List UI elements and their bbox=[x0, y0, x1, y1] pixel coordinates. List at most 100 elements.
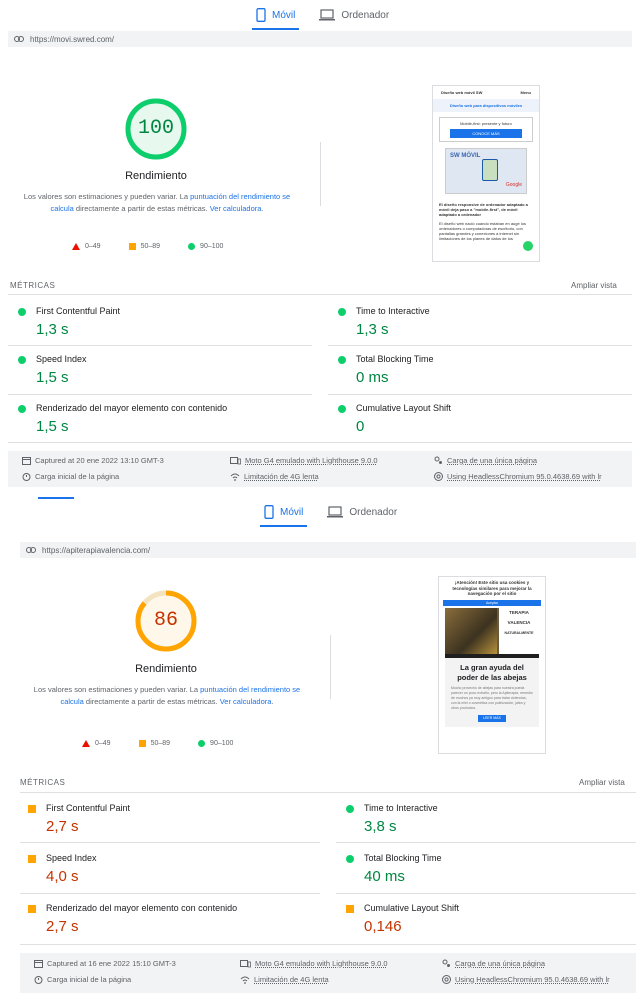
chrome-icon bbox=[434, 472, 443, 481]
session-info: Carga de una única página bbox=[434, 456, 537, 465]
throttle-text[interactable]: Limitación de 4G lenta bbox=[244, 472, 319, 481]
divider bbox=[20, 792, 636, 793]
session-text[interactable]: Carga de una única página bbox=[455, 959, 545, 968]
score-description: Los valores son estimaciones y pueden va… bbox=[23, 192, 291, 213]
session-text[interactable]: Carga de una única página bbox=[447, 456, 537, 465]
category-label: Rendimiento bbox=[125, 170, 187, 182]
device-text[interactable]: Moto G4 emulado with Lighthouse 9.0.0 bbox=[245, 456, 378, 465]
pass-circle-icon bbox=[198, 740, 206, 747]
tab-mobile-label: Móvil bbox=[280, 506, 304, 518]
metric-title: First Contentful Paint bbox=[36, 306, 121, 316]
device-icon bbox=[230, 456, 241, 464]
score-description: Los valores son estimaciones y pueden va… bbox=[33, 685, 301, 706]
tab-desktop[interactable]: Ordenador bbox=[323, 497, 401, 527]
tab-mobile[interactable]: Móvil bbox=[260, 497, 308, 527]
shot-image-brand: Google bbox=[505, 182, 522, 188]
shot-menu: Menu bbox=[520, 90, 531, 95]
chrome-icon bbox=[442, 975, 451, 984]
divider bbox=[336, 893, 636, 894]
metric-title: Speed Index bbox=[36, 354, 87, 364]
divider bbox=[336, 842, 636, 843]
phone-icon bbox=[256, 8, 266, 22]
average-square-icon bbox=[28, 805, 36, 813]
link-icon bbox=[26, 547, 36, 553]
pass-circle-icon bbox=[18, 405, 26, 413]
session-info: Carga de una única página bbox=[442, 959, 545, 968]
shot-brand-1: TERAPIA bbox=[509, 609, 529, 615]
report-url[interactable]: https://apiterapiavalencia.com/ bbox=[42, 546, 150, 555]
metric-value: 1,3 s bbox=[36, 321, 69, 338]
final-screenshot: ¡Atención! Este sitio usa cookies y tecn… bbox=[438, 576, 546, 754]
browser-info: Using HeadlessChromium 95.0.4638.69 with… bbox=[434, 472, 602, 481]
metric-title: Time to Interactive bbox=[364, 803, 438, 813]
divider bbox=[20, 893, 320, 894]
tab-mobile-label: Móvil bbox=[272, 9, 296, 21]
average-square-icon bbox=[28, 855, 36, 863]
expand-view-toggle[interactable]: Ampliar vista bbox=[579, 778, 625, 787]
metric-value: 1,5 s bbox=[36, 369, 69, 386]
scroll-indicator bbox=[38, 497, 74, 499]
legend-pass: 90–100 bbox=[210, 740, 234, 747]
captured-info: Captured at 16 ene 2022 15:10 GMT-3 bbox=[34, 959, 176, 968]
pass-circle-icon bbox=[18, 356, 26, 364]
average-square-icon bbox=[346, 905, 354, 913]
calculator-link[interactable]: Ver calculadora bbox=[210, 204, 262, 213]
metric-value: 3,8 s bbox=[364, 818, 397, 835]
device-info: Moto G4 emulado with Lighthouse 9.0.0 bbox=[230, 456, 378, 465]
browser-text[interactable]: Using HeadlessChromium 95.0.4638.69 with… bbox=[447, 472, 602, 481]
device-text[interactable]: Moto G4 emulado with Lighthouse 9.0.0 bbox=[255, 959, 388, 968]
laptop-icon bbox=[327, 506, 344, 518]
divider bbox=[20, 944, 636, 945]
shot-button: CONOCE MÁS bbox=[450, 129, 522, 138]
browser-text[interactable]: Using HeadlessChromium 95.0.4638.69 with… bbox=[455, 975, 610, 984]
load-text: Carga inicial de la página bbox=[35, 472, 120, 481]
run-info-footer: Captured at 16 ene 2022 15:10 GMT-3 Moto… bbox=[20, 953, 636, 993]
metric-title: Speed Index bbox=[46, 853, 97, 863]
metric-value: 4,0 s bbox=[46, 868, 79, 885]
legend-pass: 90–100 bbox=[200, 243, 224, 250]
whatsapp-icon bbox=[523, 241, 533, 251]
metric-value: 2,7 s bbox=[46, 818, 79, 835]
shot-button: LEER MÁS bbox=[478, 714, 506, 722]
load-text: Carga inicial de la página bbox=[47, 975, 132, 984]
divider bbox=[8, 442, 632, 443]
metric-title: Renderizado del mayor elemento con conte… bbox=[46, 903, 238, 913]
shot-brand-3: NATURALMENTE bbox=[504, 630, 534, 635]
device-icon bbox=[240, 959, 251, 967]
device-tabs: Móvil Ordenador bbox=[260, 497, 401, 527]
divider bbox=[20, 842, 320, 843]
legend-average: 50–89 bbox=[140, 243, 161, 250]
session-icon bbox=[434, 456, 442, 464]
metric-value: 0 bbox=[356, 418, 365, 435]
calculator-link[interactable]: Ver calculadora bbox=[220, 697, 272, 706]
metric-value: 1,5 s bbox=[36, 418, 69, 435]
pass-circle-icon bbox=[18, 308, 26, 316]
metrics-header: MÉTRICAS bbox=[10, 281, 56, 290]
device-tabs: Móvil Ordenador bbox=[252, 0, 393, 30]
wifi-icon bbox=[230, 473, 240, 481]
metric-value: 40 ms bbox=[364, 868, 405, 885]
url-bar: https://movi.swred.com/ bbox=[8, 31, 632, 47]
throttle-text[interactable]: Limitación de 4G lenta bbox=[254, 975, 329, 984]
score-legend: 0–49 50–89 90–100 bbox=[72, 243, 251, 250]
run-info-footer: Captured at 20 ene 2022 13:10 GMT-3 Moto… bbox=[8, 451, 632, 487]
report-url[interactable]: https://movi.swred.com/ bbox=[30, 35, 114, 44]
metric-value: 1,3 s bbox=[356, 321, 389, 338]
legend-fail: 0–49 bbox=[95, 740, 111, 747]
divider bbox=[330, 635, 331, 699]
metric-title: Cumulative Layout Shift bbox=[364, 903, 460, 913]
tab-mobile[interactable]: Móvil bbox=[252, 0, 300, 30]
pass-circle-icon bbox=[338, 308, 346, 316]
performance-score: 86 bbox=[153, 609, 178, 632]
report-panel-movi: Móvil Ordenador https://movi.swred.com/ … bbox=[0, 0, 640, 497]
expand-view-toggle[interactable]: Ampliar vista bbox=[571, 281, 617, 290]
shot-image: SW MÓVIL Google bbox=[445, 148, 527, 194]
average-square-icon bbox=[138, 740, 146, 747]
metrics-header: MÉTRICAS bbox=[20, 778, 66, 787]
laptop-icon bbox=[319, 9, 336, 21]
average-square-icon bbox=[28, 905, 36, 913]
captured-text: Captured at 20 ene 2022 13:10 GMT-3 bbox=[35, 456, 164, 465]
shot-hero-image: TERAPIA VALENCIA NATURALMENTE bbox=[445, 607, 539, 654]
tab-desktop[interactable]: Ordenador bbox=[315, 0, 393, 30]
metric-value: 2,7 s bbox=[46, 918, 79, 935]
